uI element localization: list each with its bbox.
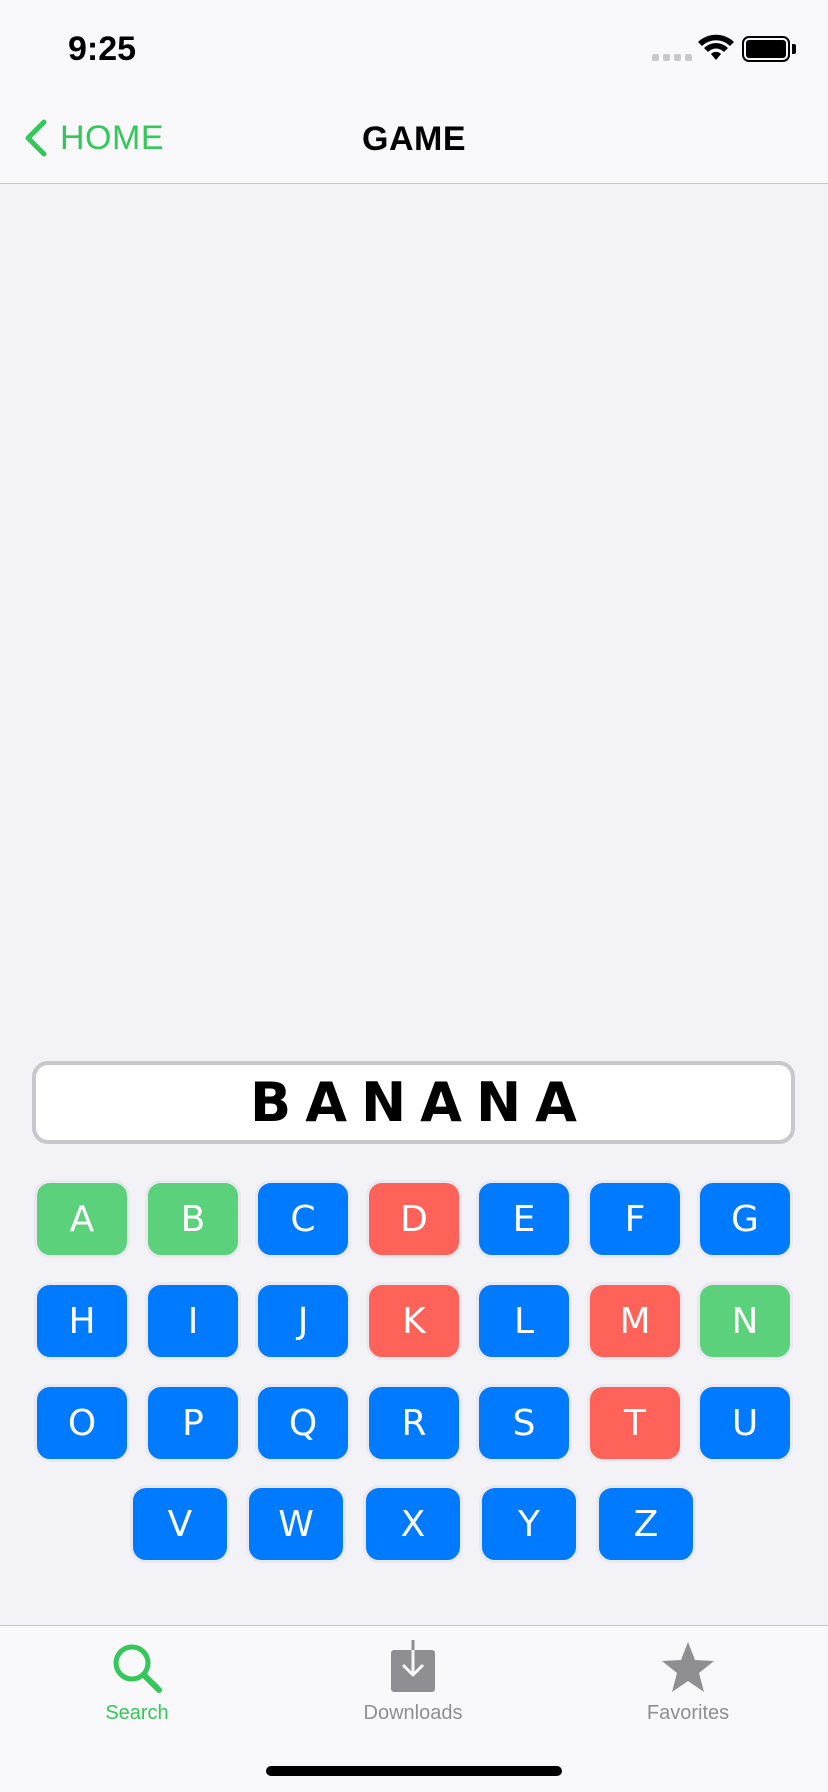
- key-a[interactable]: A: [34, 1180, 130, 1258]
- home-indicator: [266, 1766, 562, 1776]
- battery-cap: [792, 44, 796, 54]
- key-b[interactable]: B: [145, 1180, 241, 1258]
- key-d[interactable]: D: [366, 1180, 462, 1258]
- download-icon: [391, 1640, 435, 1692]
- wifi-icon: [698, 34, 734, 60]
- key-l[interactable]: L: [476, 1282, 572, 1360]
- tab-favorites[interactable]: Favorites: [588, 1640, 788, 1740]
- cellular-signal-icon: [652, 54, 692, 61]
- key-e[interactable]: E: [476, 1180, 572, 1258]
- battery-icon: [742, 36, 790, 62]
- key-h[interactable]: H: [34, 1282, 130, 1360]
- status-time: 9:25: [68, 30, 137, 68]
- key-v[interactable]: V: [130, 1485, 230, 1563]
- key-u[interactable]: U: [697, 1384, 793, 1462]
- key-m[interactable]: M: [587, 1282, 683, 1360]
- tab-downloads[interactable]: Downloads: [313, 1640, 513, 1740]
- tab-label-downloads: Downloads: [363, 1702, 463, 1724]
- word-text: BANANA: [250, 1071, 591, 1134]
- key-p[interactable]: P: [145, 1384, 241, 1462]
- key-r[interactable]: R: [366, 1384, 462, 1462]
- key-j[interactable]: J: [255, 1282, 351, 1360]
- key-s[interactable]: S: [476, 1384, 572, 1462]
- key-w[interactable]: W: [246, 1485, 346, 1563]
- key-g[interactable]: G: [697, 1180, 793, 1258]
- key-n[interactable]: N: [697, 1282, 793, 1360]
- key-c[interactable]: C: [255, 1180, 351, 1258]
- key-f[interactable]: F: [587, 1180, 683, 1258]
- status-bar: 9:25: [0, 0, 828, 92]
- key-x[interactable]: X: [363, 1485, 463, 1563]
- key-o[interactable]: O: [34, 1384, 130, 1462]
- key-k[interactable]: K: [366, 1282, 462, 1360]
- tab-label-search: Search: [105, 1702, 169, 1724]
- tab-label-favorites: Favorites: [646, 1702, 730, 1724]
- key-q[interactable]: Q: [255, 1384, 351, 1462]
- tab-search[interactable]: Search: [37, 1640, 237, 1740]
- key-z[interactable]: Z: [596, 1485, 696, 1563]
- page-title: GAME: [362, 120, 466, 158]
- key-t[interactable]: T: [587, 1384, 683, 1462]
- key-i[interactable]: I: [145, 1282, 241, 1360]
- star-icon: [662, 1642, 714, 1692]
- nav-bar: HOME GAME: [0, 92, 828, 184]
- word-display: BANANA: [32, 1061, 795, 1144]
- search-icon: [113, 1644, 162, 1693]
- key-y[interactable]: Y: [479, 1485, 579, 1563]
